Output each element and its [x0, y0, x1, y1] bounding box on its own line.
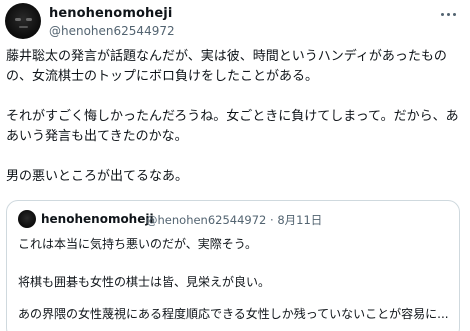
- avatar-eye-right: [26, 18, 32, 21]
- avatar-mouth: [19, 26, 28, 28]
- avatar[interactable]: [5, 3, 41, 39]
- more-options-button[interactable]: [435, 5, 461, 23]
- quote-avatar: [18, 210, 36, 228]
- quote-text: これは本当に気持ち悪いのだが、実際そう。 将棋も囲碁も女性の棋士は皆、見栄えが良…: [18, 237, 271, 289]
- quote-meta: @henohen62544972 · 8月11日: [146, 213, 323, 227]
- quoted-tweet[interactable]: henohenomoheji @henohen62544972 · 8月11日 …: [6, 200, 460, 331]
- avatar-eye-left: [15, 18, 21, 21]
- quote-display-name: henohenomoheji: [41, 212, 154, 226]
- author-display-name[interactable]: henohenomoheji: [49, 6, 172, 21]
- tweet-text: 藤井聡太の発言が話題なんだが、実は彼、時間というハンディがあったものの、女流棋士…: [6, 49, 459, 184]
- more-icon: [452, 12, 456, 16]
- more-icon: [440, 12, 444, 16]
- author-handle[interactable]: @henohen62544972: [49, 24, 175, 38]
- quote-text-truncated: あの界隈の女性蔑視にある程度順応できる女性しか残っていないことが容易に...: [18, 307, 449, 321]
- more-icon: [446, 12, 450, 16]
- tweet-header: henohenomoheji @henohen62544972: [0, 0, 470, 40]
